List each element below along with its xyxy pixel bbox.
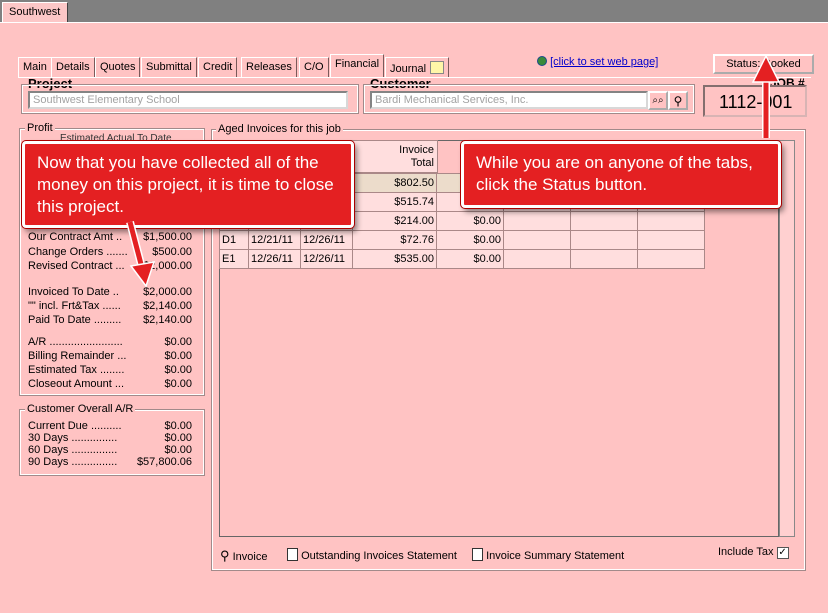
profit-row: Change Orders ....... $500.00 [28, 246, 192, 258]
report-icon [287, 548, 298, 561]
report-icon [472, 548, 483, 561]
profit-row: Closeout Amount ... $0.00 [28, 378, 192, 390]
customer-ar-title: Customer Overall A/R [25, 403, 136, 415]
header-invoice: Invoice [399, 144, 434, 156]
left-callout: Now that you have collected all of the m… [22, 141, 354, 228]
summary-statement-button[interactable]: Invoice Summary Statement [472, 548, 624, 562]
tab-main[interactable]: Main [18, 57, 52, 77]
grid-scrollbar[interactable] [779, 140, 795, 537]
ar-row: 90 Days ............... $57,800.06 [28, 456, 192, 468]
invoice-total-header[interactable]: Invoice Total [352, 140, 438, 173]
outstanding-statement-label: Outstanding Invoices Statement [301, 550, 457, 562]
profit-title: Profit [25, 122, 55, 134]
profit-row: Paid To Date ......... $2,140.00 [28, 314, 192, 326]
web-link-label: [click to set web page] [550, 56, 659, 68]
table-row[interactable]: D1 12/21/11 12/26/11 $72.76 $0.00 [219, 230, 705, 250]
tab-journal-label: Journal [390, 63, 427, 75]
header-total: Total [410, 157, 434, 169]
profit-row: "" incl. Frt&Tax ...... $2,140.00 [28, 300, 192, 312]
customer-field[interactable]: Bardi Mechanical Services, Inc. [370, 91, 648, 109]
globe-icon [537, 56, 547, 66]
binoculars-icon[interactable]: ⌕⌕ [648, 91, 668, 110]
profit-row: Billing Remainder ... $0.00 [28, 350, 192, 362]
tab-releases[interactable]: Releases [241, 57, 297, 77]
profit-row: A/R ........................ $0.00 [28, 336, 192, 348]
tab-quotes[interactable]: Quotes [95, 57, 141, 77]
left-arrow [126, 220, 156, 288]
right-callout: While you are on anyone of the tabs, cli… [461, 141, 781, 208]
tab-journal[interactable]: Journal [385, 57, 450, 77]
journal-note-icon [430, 61, 445, 74]
include-tax-option[interactable]: Include Tax ✓ [718, 546, 789, 559]
profit-row: Our Contract Amt .. $1,500.00 [28, 231, 192, 243]
web-link[interactable]: [click to set web page] [537, 56, 658, 68]
tab-details[interactable]: Details [51, 57, 95, 77]
window-tab[interactable]: Southwest [2, 2, 68, 22]
profit-row: Revised Contract ... $2,000.00 [28, 260, 192, 272]
invoice-button-label: Invoice [232, 551, 268, 563]
summary-statement-label: Invoice Summary Statement [486, 550, 625, 562]
invoice-button[interactable]: ⚲ Invoice [220, 548, 267, 564]
right-arrow [751, 54, 781, 138]
profit-row: Estimated Tax ........ $0.00 [28, 364, 192, 376]
include-tax-label: Include Tax [718, 546, 774, 558]
search-icon[interactable]: ⚲ [668, 91, 688, 110]
outstanding-statement-button[interactable]: Outstanding Invoices Statement [287, 548, 457, 562]
profit-row: Invoiced To Date .. $2,000.00 [28, 286, 192, 298]
magnifier-icon: ⚲ [220, 548, 230, 563]
table-row[interactable]: E1 12/26/11 12/26/11 $535.00 $0.00 [219, 249, 705, 269]
tab-credit[interactable]: Credit [198, 57, 238, 77]
include-tax-checkbox[interactable]: ✓ [776, 547, 789, 559]
tab-financial[interactable]: Financial [330, 54, 385, 78]
tab-change-orders[interactable]: C/O [299, 57, 329, 77]
project-field[interactable]: Southwest Elementary School [28, 91, 348, 109]
tab-submittal[interactable]: Submittal [141, 57, 197, 77]
aged-invoices-title: Aged Invoices for this job [216, 123, 343, 135]
